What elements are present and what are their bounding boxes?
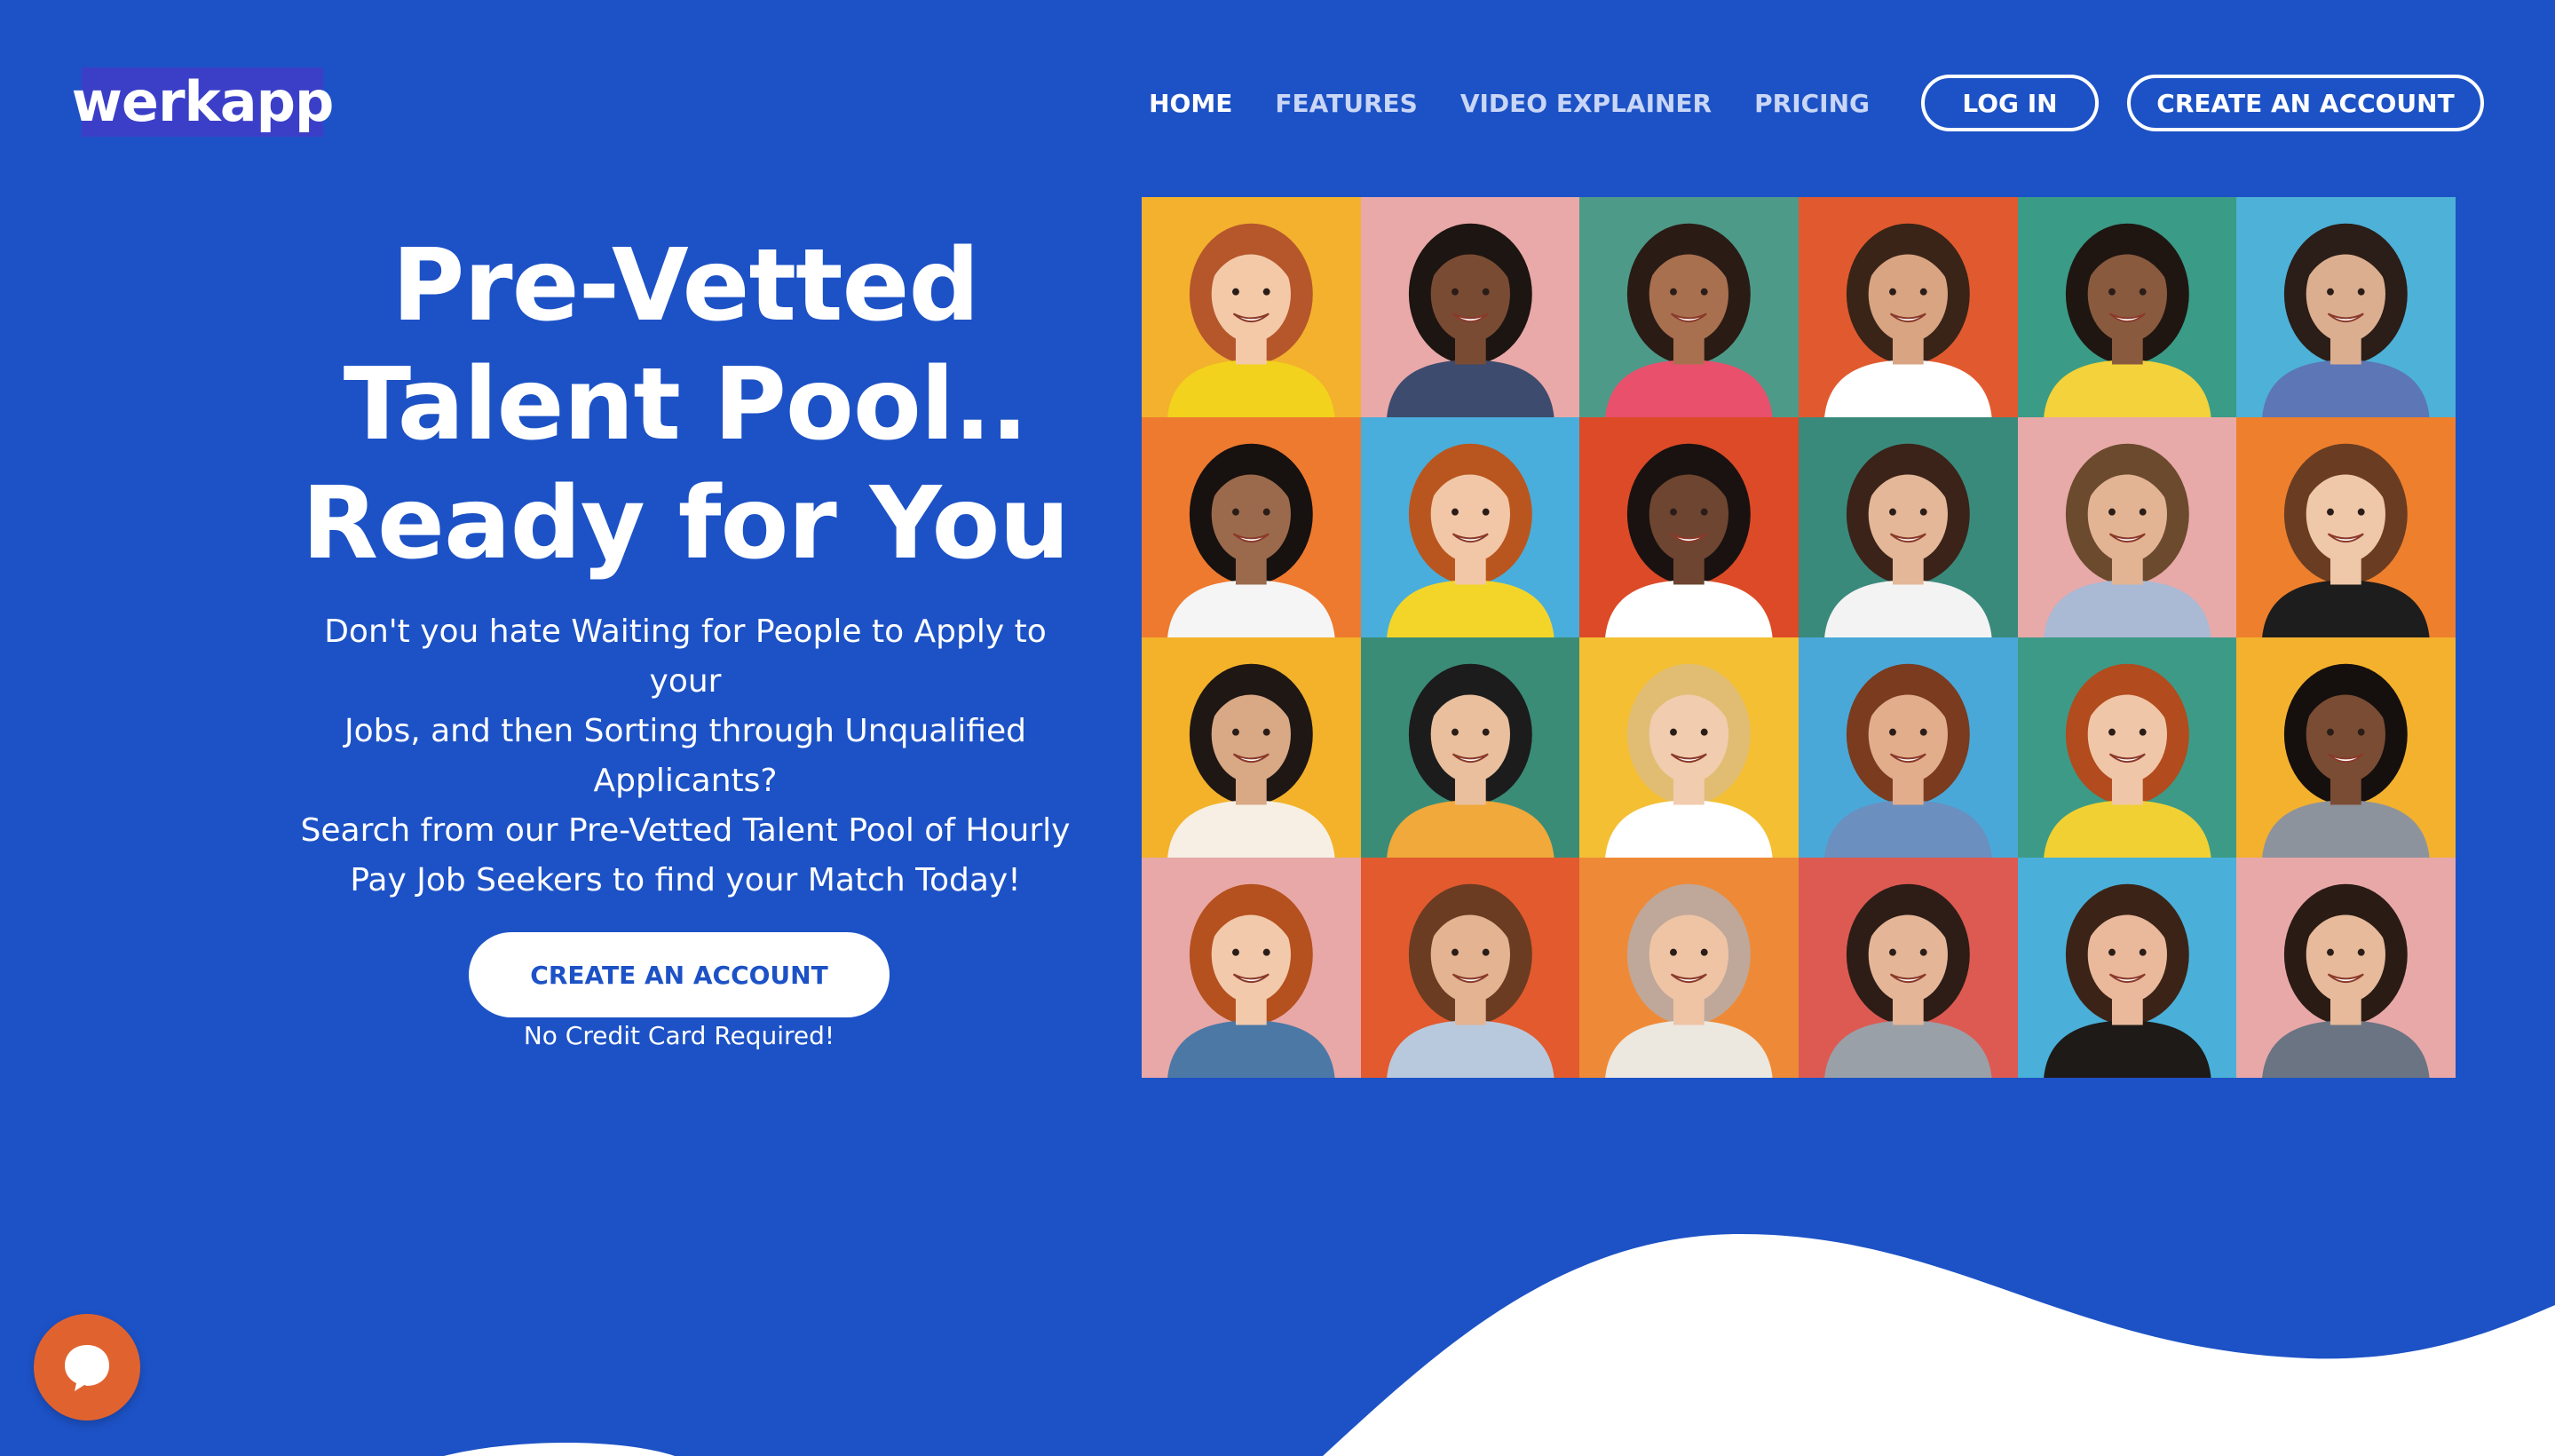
portrait-photo — [1142, 197, 1361, 417]
portrait-grid-image — [1142, 197, 2456, 1078]
hero-subdescription: Search from our Pre-Vetted Talent Pool o… — [293, 806, 1078, 906]
portrait-photo — [1579, 858, 1799, 1078]
nav-video-explainer[interactable]: VIDEO EXPLAINER — [1460, 89, 1712, 118]
portrait-photo — [1579, 637, 1799, 858]
portrait-photo — [1360, 858, 1580, 1078]
portrait-photo — [1579, 197, 1799, 417]
hero-title-line: Ready for You — [301, 466, 1070, 582]
portrait-photo — [2236, 417, 2456, 637]
portrait-photo — [2236, 637, 2456, 858]
portrait-photo — [1799, 637, 2018, 858]
hero-description-line: Applicants? — [593, 763, 778, 799]
hero-description: Don't you hate Waiting for People to App… — [293, 607, 1078, 806]
nav-home[interactable]: HOME — [1149, 89, 1232, 118]
portrait-photo — [2017, 637, 2237, 858]
create-account-nav-button[interactable]: CREATE AN ACCOUNT — [2127, 75, 2484, 131]
hero-title-line: Talent Pool.. — [343, 347, 1029, 463]
chat-button[interactable] — [34, 1314, 140, 1420]
portrait-photo — [1142, 637, 1361, 858]
portrait-photo — [2017, 417, 2237, 637]
hero-title-line: Pre-Vetted — [392, 228, 979, 344]
nav-features[interactable]: FEATURES — [1275, 89, 1417, 118]
login-button[interactable]: LOG IN — [1921, 75, 2099, 131]
landing-page: werkapp HOME FEATURES VIDEO EXPLAINER PR… — [0, 0, 2555, 1456]
portrait-photo — [1360, 637, 1580, 858]
logo[interactable]: werkapp — [72, 67, 334, 137]
create-account-cta-button[interactable]: CREATE AN ACCOUNT — [469, 932, 890, 1017]
portrait-photo — [1142, 858, 1361, 1078]
portrait-photo — [1360, 197, 1580, 417]
chat-bubble-icon — [65, 1345, 109, 1391]
portrait-photo — [2017, 858, 2237, 1078]
hero-description-line: Don't you hate Waiting for People to App… — [324, 613, 1047, 700]
wave-decoration — [444, 1234, 2555, 1456]
logo-text: werkapp — [71, 69, 335, 134]
hero-subdescription-line: Search from our Pre-Vetted Talent Pool o… — [300, 812, 1071, 849]
portrait-photo — [1142, 417, 1361, 637]
hero-subdescription-line: Pay Job Seekers to find your Match Today… — [350, 862, 1021, 898]
portrait-photo — [2236, 197, 2456, 417]
portrait-photo — [1360, 417, 1580, 637]
portrait-photo — [1579, 417, 1799, 637]
portrait-photo — [2017, 197, 2237, 417]
portrait-photo — [2236, 858, 2456, 1078]
portrait-photo — [1799, 417, 2018, 637]
nav-pricing[interactable]: PRICING — [1754, 89, 1870, 118]
hero-title: Pre-Vetted Talent Pool.. Ready for You — [266, 226, 1104, 583]
portrait-photo — [1799, 858, 2018, 1078]
top-nav: HOME FEATURES VIDEO EXPLAINER PRICING LO… — [1149, 75, 2484, 131]
portrait-photo — [1799, 197, 2018, 417]
no-credit-card-note: No Credit Card Required! — [523, 1021, 835, 1050]
hero-description-line: Jobs, and then Sorting through Unqualifi… — [344, 713, 1027, 749]
